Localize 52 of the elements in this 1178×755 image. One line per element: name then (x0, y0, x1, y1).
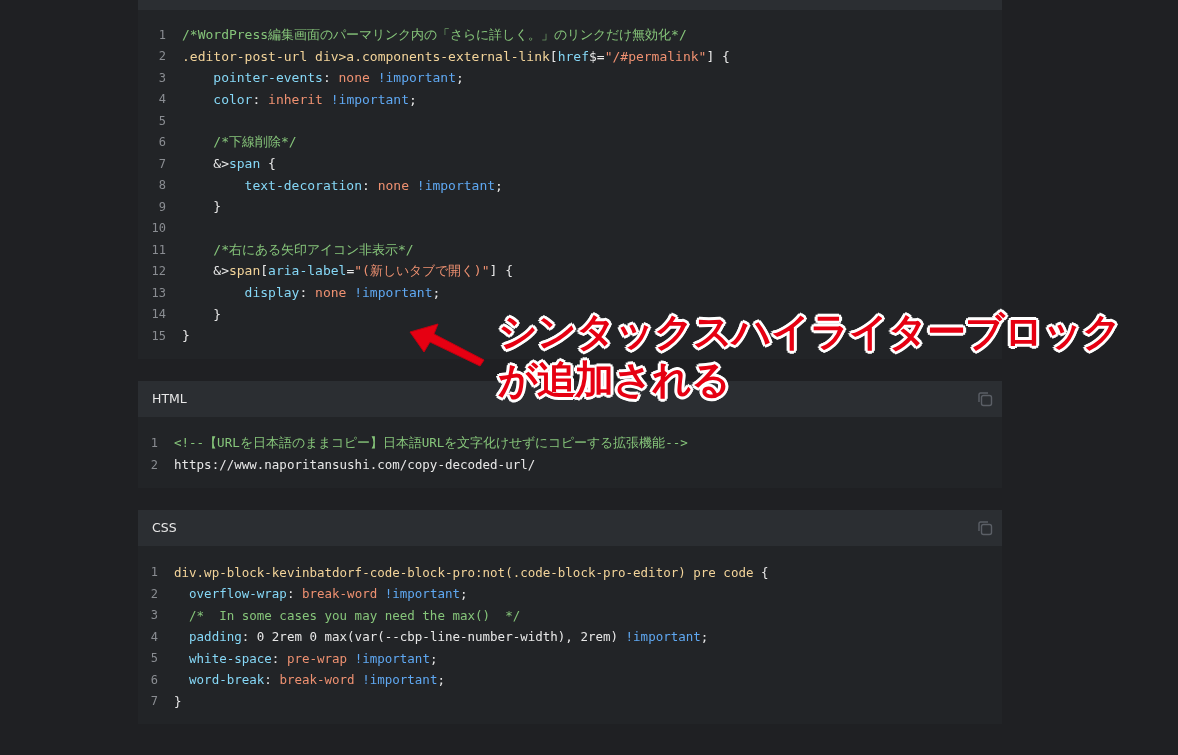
line-number: 10 (150, 221, 166, 236)
language-label: HTML (152, 391, 187, 406)
code-line: div.wp-block-kevinbatdorf-code-block-pro:not(.code-block-pro-editor) pre code { (174, 564, 769, 580)
language-label: CSS (152, 520, 177, 535)
code-line: } (212, 199, 222, 215)
line-number: 5 (157, 113, 166, 128)
code-line: } (182, 328, 190, 344)
line-number: 7 (157, 156, 166, 171)
code-line: word-break: break-word !important; (188, 672, 445, 688)
line-number: 6 (157, 135, 166, 150)
line-number: 1 (157, 27, 166, 42)
line-number: 2 (157, 49, 166, 64)
line-number: 9 (157, 199, 166, 214)
code-line: color: inherit !important; (212, 91, 417, 107)
code-line: overflow-wrap: break-word !important; (188, 586, 468, 602)
code-line: text-decoration: none !important; (243, 177, 503, 193)
code-line: white-space: pre-wrap !important; (188, 650, 438, 666)
code-line: /*WordPress編集画面のパーマリンク内の「さらに詳しく。」のリンクだけ無効化*/ (182, 25, 687, 44)
line-number: 15 (150, 328, 166, 343)
code-line: .editor-post-url div>a.components-external-link[href$="/#permalink"] { (182, 48, 730, 64)
callout-text: シンタックスハイライターブロック (498, 308, 1121, 356)
line-number: 7 (149, 694, 158, 709)
line-number: 11 (150, 242, 166, 257)
line-number: 4 (157, 92, 166, 107)
line-number: 12 (150, 264, 166, 279)
callout-text: が追加される (498, 356, 730, 404)
line-number: 2 (149, 457, 158, 472)
line-number: 13 (150, 285, 166, 300)
line-number: 14 (150, 307, 166, 322)
code-line: https://www.naporitansushi.com/copy-decoded-url/ (174, 457, 536, 473)
line-number: 3 (157, 70, 166, 85)
line-number: 2 (149, 586, 158, 601)
line-number: 3 (149, 608, 158, 623)
code-line: <!--【URLを日本語のままコピー】日本語URLを文字化けせずにコピーする拡張機能--> (174, 434, 688, 452)
line-number: 5 (149, 651, 158, 666)
code-line: pointer-events: none !important; (212, 70, 464, 86)
code-line: /*右にある矢印アイコン非表示*/ (212, 240, 414, 259)
code-line: display: none !important; (243, 285, 441, 301)
line-number: 8 (157, 178, 166, 193)
line-number: 1 (149, 565, 158, 580)
line-number: 1 (149, 436, 158, 451)
code-line: &>span[aria-label="(新しいタブで開く)"] { (212, 262, 513, 281)
code-line: /*下線削除*/ (212, 133, 297, 152)
code-line: } (212, 306, 222, 322)
copy-icon[interactable] (976, 518, 994, 537)
line-number: 6 (149, 672, 158, 687)
code-line: } (174, 693, 182, 709)
code-line: &>span { (212, 156, 276, 172)
code-line: /* In some cases you may need the max() */ (188, 607, 521, 623)
line-number: 4 (149, 629, 158, 644)
code-line: padding: 0 2rem 0 max(var(--cbp-line-number-width), 2rem) !important; (188, 629, 709, 645)
copy-icon[interactable] (976, 389, 994, 408)
